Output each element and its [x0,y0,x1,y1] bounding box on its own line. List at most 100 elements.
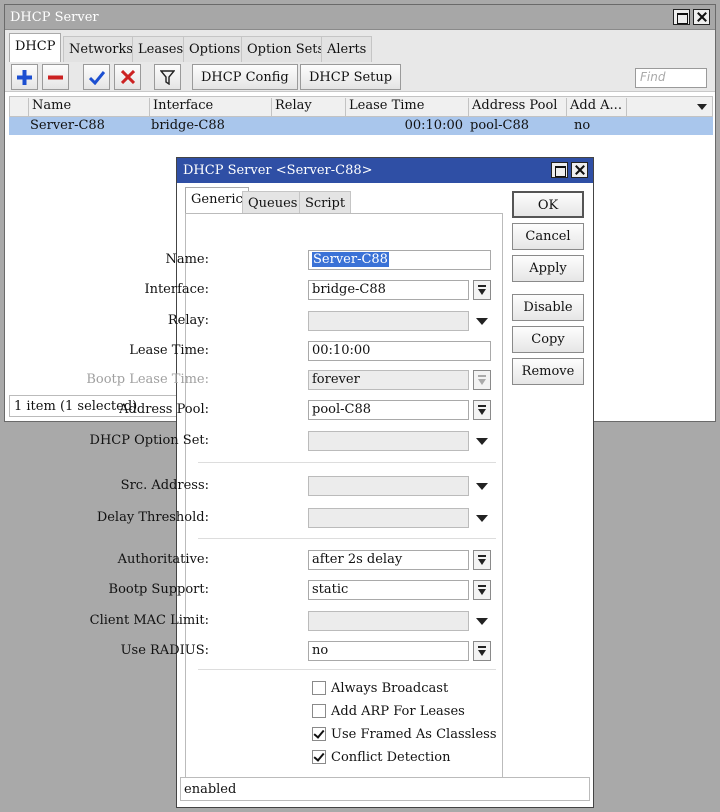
authoritative-label: Authoritative: [117,552,209,567]
src-address-expand-icon[interactable] [476,483,488,490]
remove-button[interactable]: Remove [512,358,584,385]
disable-button[interactable] [114,64,141,90]
main-tabs: DHCP Networks Leases Options Option Sets… [5,30,715,62]
use-radius-select[interactable]: no [308,641,469,661]
interface-select[interactable]: bridge-C88 [308,280,469,300]
dialog-status: enabled [180,777,590,801]
checkbox-label: Conflict Detection [331,749,451,765]
name-label: Name: [165,252,209,267]
toolbar: DHCP Config DHCP Setup Find [5,62,715,92]
address-pool-select[interactable]: pool-C88 [308,400,469,420]
checkbox-box-checked[interactable] [312,750,326,764]
tab-dhcp[interactable]: DHCP [9,33,62,62]
delay-threshold-expand-icon[interactable] [476,515,488,522]
tab-alerts[interactable]: Alerts [321,36,373,62]
dhcp-setup-button[interactable]: DHCP Setup [300,64,402,90]
checkbox-label: Add ARP For Leases [331,703,465,719]
use-framed-checkbox[interactable]: Use Framed As Classless [312,725,497,743]
window-titlebar[interactable]: DHCP Server [5,5,715,30]
disable-button[interactable]: Disable [512,294,584,321]
window-title: DHCP Server [10,10,99,25]
address-pool-dropdown-icon[interactable] [473,400,491,420]
disable-x-icon [120,70,135,84]
bootp-lease-time-select: forever [308,370,469,390]
tab-generic[interactable]: Generic [185,187,249,214]
bootp-support-select[interactable]: static [308,580,469,600]
cell-relay [270,118,344,134]
ok-button[interactable]: OK [512,191,584,218]
authoritative-select[interactable]: after 2s delay [308,550,469,570]
cell-lease-time: 00:10:00 [404,118,463,133]
name-input[interactable]: Server-C88 [308,250,491,270]
always-broadcast-checkbox[interactable]: Always Broadcast [312,679,448,697]
tab-script[interactable]: Script [299,191,352,214]
dhcp-option-set-expand-icon[interactable] [476,438,488,445]
column-add-arp[interactable]: Add A... [566,98,626,117]
tab-networks[interactable]: Networks [63,36,140,62]
copy-button[interactable]: Copy [512,326,584,353]
tab-option-sets[interactable]: Option Sets [241,36,331,62]
delay-threshold-input[interactable] [308,508,469,528]
close-icon[interactable] [693,9,710,25]
cell-interface: bridge-C88 [151,118,225,133]
authoritative-dropdown-icon[interactable] [473,550,491,570]
column-menu-icon[interactable] [697,104,707,110]
bootp-support-dropdown-icon[interactable] [473,580,491,600]
relay-expand-icon[interactable] [476,318,488,325]
enable-check-icon [88,70,105,85]
dhcp-option-set-input[interactable] [308,431,469,451]
cancel-button[interactable]: Cancel [512,223,584,250]
dialog-title: DHCP Server <Server-C88> [183,163,373,178]
filter-icon [160,69,175,85]
divider [198,669,496,670]
filter-button[interactable] [154,64,181,90]
bootp-support-label: Bootp Support: [108,582,209,597]
cell-add-arp: no [574,118,591,133]
remove-icon [48,75,63,79]
column-name[interactable]: Name [28,98,149,117]
table-header: Name Interface Relay Lease Time Address … [9,96,713,117]
dhcp-server-dialog: DHCP Server <Server-C88> Generic Queues … [86,157,594,808]
src-address-input[interactable] [308,476,469,496]
table-row[interactable]: Server-C88 bridge-C88 00:10:00 pool-C88 … [9,117,713,135]
tab-leases[interactable]: Leases [132,36,190,62]
find-input[interactable]: Find [635,68,707,88]
lease-time-input[interactable]: 00:10:00 [308,341,491,361]
interface-dropdown-icon[interactable] [473,280,491,300]
use-radius-label: Use RADIUS: [120,643,209,658]
dhcp-config-button[interactable]: DHCP Config [192,64,298,90]
column-interface[interactable]: Interface [149,98,271,117]
bootp-lease-time-dropdown-icon [473,370,491,390]
dialog-maximize-icon[interactable] [551,162,568,178]
remove-button[interactable] [42,64,69,90]
src-address-label: Src. Address: [120,478,209,493]
divider [198,462,496,463]
divider [198,538,496,539]
client-mac-limit-label: Client MAC Limit: [89,613,209,628]
conflict-detection-checkbox[interactable]: Conflict Detection [312,748,451,766]
cell-address-pool: pool-C88 [470,118,530,133]
tab-queues[interactable]: Queues [242,191,304,214]
client-mac-limit-input[interactable] [308,611,469,631]
dialog-close-icon[interactable] [571,162,588,178]
column-relay[interactable]: Relay [271,98,345,117]
client-mac-limit-expand-icon[interactable] [476,618,488,625]
relay-label: Relay: [167,313,209,328]
enable-button[interactable] [83,64,110,90]
interface-label: Interface: [144,282,209,297]
tab-options[interactable]: Options [183,36,247,62]
apply-button[interactable]: Apply [512,255,584,282]
checkbox-box[interactable] [312,704,326,718]
checkbox-box[interactable] [312,681,326,695]
dhcp-option-set-label: DHCP Option Set: [89,433,209,448]
maximize-icon[interactable] [673,9,690,25]
cell-name: Server-C88 [30,118,105,133]
relay-input[interactable] [308,311,469,331]
column-lease-time[interactable]: Lease Time [345,98,468,117]
use-radius-dropdown-icon[interactable] [473,641,491,661]
checkbox-box-checked[interactable] [312,727,326,741]
dialog-titlebar[interactable]: DHCP Server <Server-C88> [177,158,593,183]
add-arp-checkbox[interactable]: Add ARP For Leases [312,702,465,720]
column-address-pool[interactable]: Address Pool [468,98,566,117]
add-button[interactable] [11,64,38,90]
